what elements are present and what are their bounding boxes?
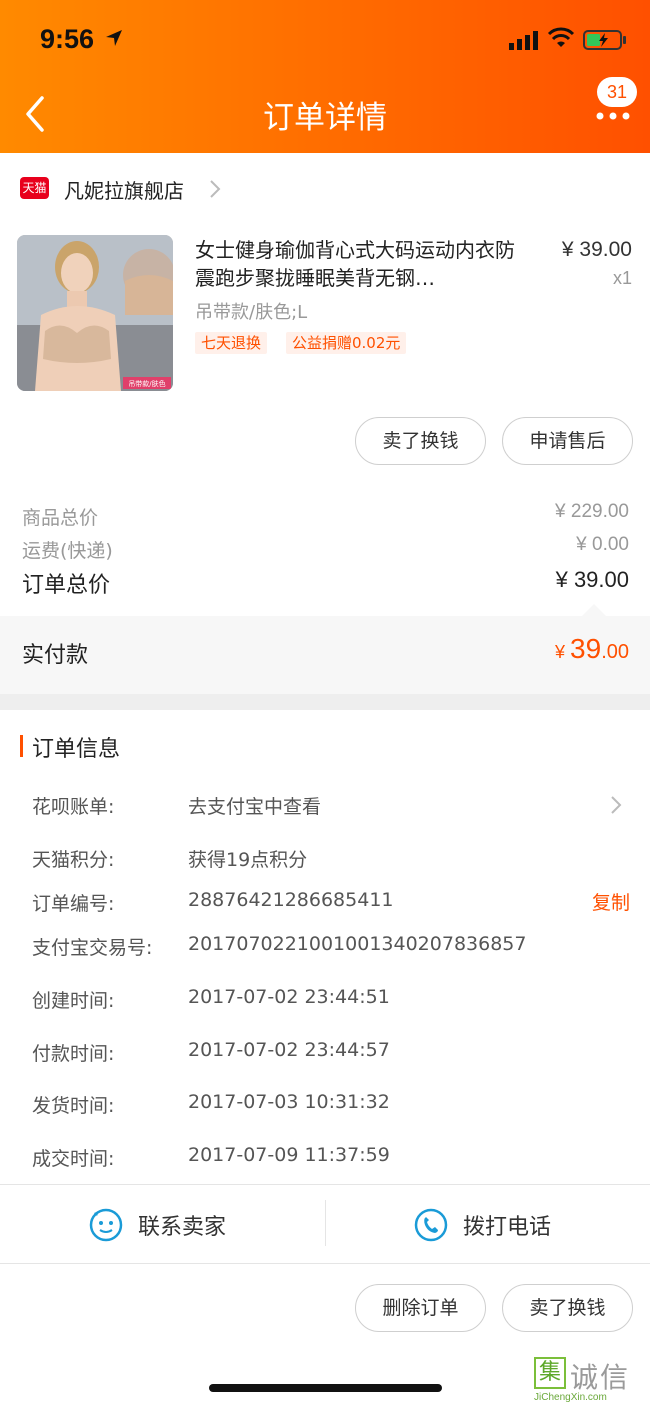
chat-face-icon [89,1208,123,1242]
page-title: 订单详情 [263,100,387,136]
contact-seller-button[interactable]: 联系卖家 [88,1205,248,1245]
goods-total-value: ¥ 229.00 [555,501,629,522]
home-indicator[interactable] [209,1384,442,1392]
paid-decimal: .00 [601,641,629,663]
image-caption: 吊带款/肤色 [128,379,165,388]
call-label: 拨打电话 [463,1215,552,1240]
created-time-value: 2017-07-02 23:44:51 [188,986,390,1008]
sell-for-cash-button[interactable]: 卖了换钱 [355,417,486,465]
alipay-trade-value: 2017070221001001340207836857 [188,933,527,955]
watermark-name: 诚信 [570,1361,631,1394]
message-count-badge: 31 [597,77,637,107]
watermark-logo: 集 [534,1357,566,1389]
product-sku: 吊带款/肤色;L [195,302,308,323]
product-title[interactable]: 女士健身瑜伽背心式大码运动内衣防震跑步聚拢睡眠美背无钢… [195,236,525,292]
deal-time-label: 成交时间: [32,1148,115,1170]
tmall-points-value: 获得19点积分 [188,849,308,871]
cellular-signal-icon [509,31,538,50]
charity-tag: 公益捐赠0.02元 [286,332,407,354]
contact-divider [325,1200,326,1246]
paid-currency: ¥ [555,642,571,662]
chevron-right-icon[interactable] [208,178,222,200]
payment-time-label: 付款时间: [32,1043,115,1065]
nav-header: 9:56 订单详情 31 [0,0,650,153]
goods-total-label: 商品总价 [22,507,99,529]
tmall-points-label: 天猫积分: [32,849,115,871]
huabei-bill-label: 花呗账单: [32,796,115,818]
shipping-time-label: 发货时间: [32,1095,115,1117]
status-time: 9:56 [40,24,95,54]
site-watermark: 集 诚信 JiChengXin.com [532,1354,647,1406]
watermark-url: JiChengXin.com [534,1392,607,1403]
paid-caret [582,604,606,616]
copy-order-number-button[interactable]: 复制 [560,888,630,915]
shipping-value: ¥ 0.00 [576,534,629,555]
product-photo-graphic: 吊带款/肤色 [17,235,173,391]
paid-amount: ¥ 39.00 [449,633,629,665]
wifi-icon [547,27,575,47]
product-quantity: x1 [612,268,632,288]
section-accent-bar [20,735,23,757]
alipay-trade-label: 支付宝交易号: [32,937,153,959]
chevron-right-icon[interactable] [609,794,623,816]
delete-order-button[interactable]: 删除订单 [355,1284,486,1332]
sell-for-cash-button-bottom[interactable]: 卖了换钱 [502,1284,633,1332]
deal-time-value: 2017-07-09 11:37:59 [188,1144,390,1166]
paid-label: 实付款 [22,643,89,668]
created-time-label: 创建时间: [32,990,115,1012]
order-total-value: ¥ 39.00 [555,567,629,592]
order-number-value: 2887642128668541​1 [188,889,394,911]
order-info-title: 订单信息 [32,737,121,762]
shipping-label: 运费(快递) [22,540,113,562]
product-price: ¥ 39.00 [561,238,632,261]
paid-integer: 39 [570,633,602,664]
order-number-label: 订单编号: [32,893,115,915]
after-sale-button[interactable]: 申请售后 [502,417,633,465]
payment-time-value: 2017-07-02 23:44:57 [188,1039,390,1061]
section-divider [0,694,650,710]
contact-seller-label: 联系卖家 [138,1215,227,1240]
phone-icon [414,1208,448,1242]
product-image[interactable]: 吊带款/肤色 [17,235,173,391]
return-tag: 七天退换 [195,332,268,354]
call-button[interactable]: 拨打电话 [413,1205,573,1245]
shop-name[interactable]: 凡妮拉旗舰店 [64,175,184,204]
order-total-label: 订单总价 [22,573,111,598]
location-arrow-icon [106,30,122,46]
shipping-time-value: 2017-07-03 10:31:32 [188,1091,390,1113]
tmall-logo: 天猫 [20,177,49,199]
huabei-bill-link[interactable]: 去支付宝中查看 [188,792,321,819]
battery-icon [583,30,626,50]
